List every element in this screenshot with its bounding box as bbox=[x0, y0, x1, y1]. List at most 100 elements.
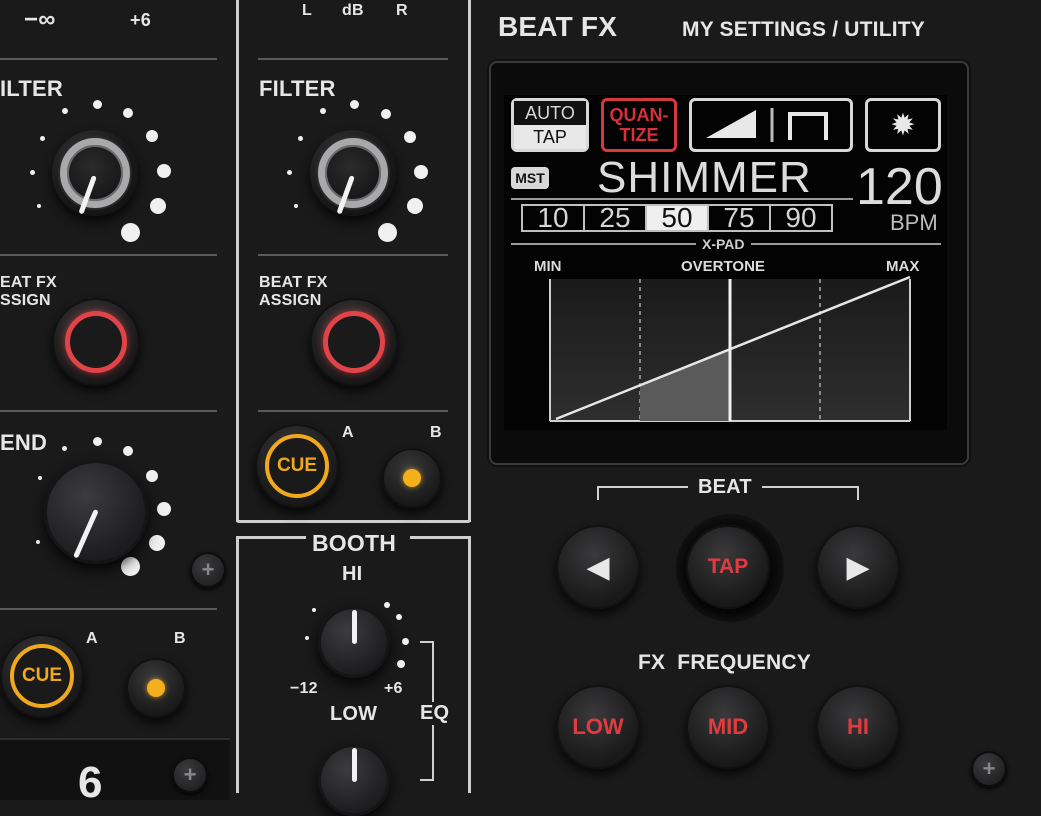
booth-eq-label: EQ bbox=[418, 702, 452, 725]
beat-fx-title: BEAT FX bbox=[498, 11, 618, 42]
middle-filter-dot bbox=[378, 223, 397, 242]
left-send-dot bbox=[146, 470, 158, 482]
quantize-button[interactable]: QUAN- TIZE bbox=[601, 98, 677, 152]
panel-outline bbox=[468, 0, 471, 522]
waveform-shape-button[interactable] bbox=[689, 98, 853, 152]
freq-hi-button[interactable]: HI bbox=[816, 685, 900, 769]
booth-low-label: LOW bbox=[330, 703, 378, 725]
left-send-dot bbox=[62, 446, 67, 451]
middle-filter-dot bbox=[414, 165, 428, 179]
left-filter-dot bbox=[37, 204, 41, 208]
gear-icon: ✹ bbox=[890, 108, 916, 142]
beat-right-button[interactable]: ▶ bbox=[816, 525, 900, 609]
panel-outline bbox=[236, 0, 239, 522]
left-filter-dot bbox=[30, 170, 35, 175]
left-filter-knob[interactable] bbox=[52, 130, 138, 216]
red-ring-indicator bbox=[65, 311, 127, 373]
effect-name: SHIMMER bbox=[597, 153, 812, 202]
meter-db-label: dB bbox=[342, 2, 364, 19]
left-send-knob[interactable] bbox=[44, 460, 148, 564]
meter-l-label: L bbox=[302, 2, 312, 19]
settings-button[interactable]: ✹ bbox=[865, 98, 941, 152]
panel-outline bbox=[236, 520, 471, 523]
left-send-dot bbox=[149, 535, 165, 551]
middle-filter-dot bbox=[350, 100, 359, 109]
beat-pad-90[interactable]: 90 bbox=[769, 202, 833, 233]
bpm-value: 120 bbox=[856, 158, 943, 216]
beat-pads: 10 25 50 75 90 bbox=[521, 202, 833, 233]
booth-hi-dot bbox=[402, 638, 409, 645]
booth-scale-min: −12 bbox=[290, 680, 318, 697]
middle-filter-dot bbox=[294, 204, 298, 208]
left-divider-1 bbox=[0, 58, 217, 60]
booth-hi-dot bbox=[305, 636, 309, 640]
xpad-label: X-PAD bbox=[696, 236, 751, 252]
booth-hi-dot bbox=[384, 602, 390, 608]
left-divider-2 bbox=[0, 254, 217, 256]
knob-ring bbox=[60, 138, 130, 208]
beat-pad-25[interactable]: 25 bbox=[583, 202, 647, 233]
beat-label: BEAT bbox=[688, 476, 762, 499]
tap-button[interactable]: TAP bbox=[686, 525, 770, 609]
left-channel-number: 6 bbox=[78, 758, 103, 807]
beat-pad-50[interactable]: 50 bbox=[645, 202, 709, 233]
triangle-left-icon: ◀ bbox=[586, 550, 610, 584]
middle-filter-dot bbox=[404, 131, 416, 143]
auto-tap-button[interactable]: AUTO TAP bbox=[511, 98, 589, 152]
middle-filter-knob[interactable] bbox=[310, 130, 396, 216]
middle-beat-fx-assign-line1: BEAT FX bbox=[259, 274, 328, 291]
middle-beat-fx-assign-line2: ASSIGN bbox=[259, 292, 322, 309]
cue-ring: CUE bbox=[265, 434, 329, 498]
middle-filter-dot bbox=[381, 109, 391, 119]
knob-ring bbox=[318, 138, 388, 208]
booth-low-knob[interactable] bbox=[318, 744, 390, 816]
middle-divider-1 bbox=[258, 58, 448, 60]
middle-a-label: A bbox=[342, 424, 354, 441]
freq-low-label: LOW bbox=[572, 714, 624, 739]
freq-mid-label: MID bbox=[707, 714, 749, 739]
xpad-graph bbox=[549, 275, 911, 422]
red-ring-indicator bbox=[323, 311, 385, 373]
auto-label: AUTO bbox=[514, 101, 586, 125]
left-filter-dot bbox=[62, 108, 68, 114]
graph-param-label: OVERTONE bbox=[681, 258, 765, 275]
middle-crossfader-assign-button[interactable] bbox=[382, 448, 442, 508]
middle-filter-dot bbox=[287, 170, 292, 175]
quantize-line1: QUAN- bbox=[609, 105, 669, 125]
booth-hi-label: HI bbox=[342, 563, 363, 585]
quantize-line2: TIZE bbox=[619, 125, 659, 145]
left-filter-dot bbox=[123, 108, 133, 118]
left-send-dot bbox=[121, 557, 140, 576]
booth-hi-knob[interactable] bbox=[318, 606, 390, 678]
middle-divider-3 bbox=[258, 410, 448, 412]
booth-title: BOOTH bbox=[312, 530, 397, 556]
middle-beat-fx-assign-button[interactable] bbox=[310, 298, 398, 386]
freq-low-button[interactable]: LOW bbox=[556, 685, 640, 769]
beat-left-button[interactable]: ◀ bbox=[556, 525, 640, 609]
knob-pointer bbox=[73, 508, 99, 559]
middle-divider-2 bbox=[258, 254, 448, 256]
left-beat-fx-assign-line2: SSIGN bbox=[0, 292, 51, 309]
left-crossfader-assign-button[interactable] bbox=[126, 658, 186, 718]
beat-pad-10[interactable]: 10 bbox=[521, 202, 585, 233]
middle-filter-label: FILTER bbox=[259, 76, 336, 101]
freq-mid-button[interactable]: MID bbox=[686, 685, 770, 769]
middle-cue-button[interactable]: CUE bbox=[255, 424, 339, 508]
left-cue-button[interactable]: CUE bbox=[0, 634, 84, 718]
fx-frequency-label: FX FREQUENCY bbox=[638, 651, 811, 674]
left-divider-4 bbox=[0, 608, 217, 610]
freq-hi-label: HI bbox=[847, 714, 869, 739]
tap-label: TAP bbox=[514, 125, 586, 149]
left-filter-dot bbox=[157, 164, 171, 178]
tap-button-label: TAP bbox=[707, 555, 749, 578]
left-filter-dot bbox=[121, 223, 140, 242]
left-send-dot bbox=[123, 446, 133, 456]
graph-min-label: MIN bbox=[534, 258, 562, 275]
panel-outline bbox=[236, 536, 306, 539]
left-beat-fx-assign-button[interactable] bbox=[52, 298, 140, 386]
knob-pointer bbox=[352, 610, 357, 644]
yellow-led bbox=[147, 679, 165, 697]
left-send-label: END bbox=[0, 430, 48, 455]
panel-outline bbox=[410, 536, 471, 539]
beat-pad-75[interactable]: 75 bbox=[707, 202, 771, 233]
